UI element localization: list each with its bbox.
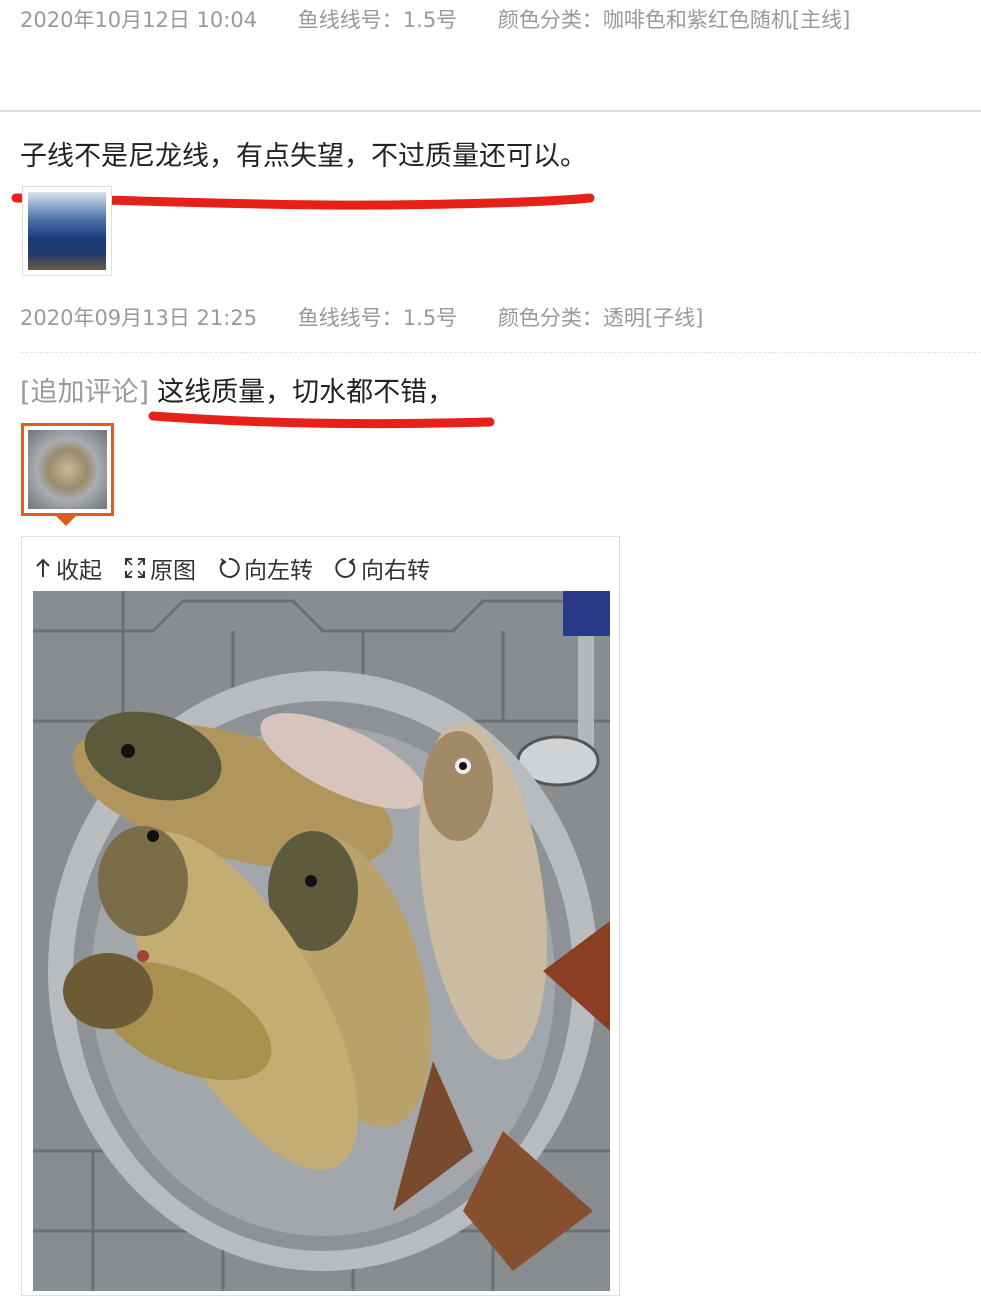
review2-text: 子线不是尼龙线，有点失望，不过质量还可以。 [20,141,587,172]
rotate-right-icon [335,557,356,578]
review2-date: 2020年09月13日 21:25 [20,306,258,330]
append-comment: [追加评论] 这线质量，切水都不错， [20,370,454,409]
review2-thumbnail[interactable] [22,186,112,276]
append-divider [20,352,981,353]
original-label: 原图 [150,558,196,584]
red-underline-annotation-2 [148,411,495,429]
review1-spec-color: 颜色分类：咖啡色和紫红色随机[主线] [497,8,851,32]
enlarged-photo-fish-in-basin [33,591,610,1291]
rotate-right-label: 向右转 [361,558,430,584]
append-thumbnail-selected[interactable] [21,423,114,516]
image-viewer: 收起 原图 向左转 向右转 [21,536,620,1296]
review2-spec-line: 鱼线线号：1.5号 [297,306,458,330]
selected-pointer [56,516,76,526]
review1-spec-line: 鱼线线号：1.5号 [297,8,458,32]
thumbnail-image [28,192,106,270]
viewer-toolbar: 收起 原图 向左转 向右转 [34,551,452,585]
review2-spec-color: 颜色分类：透明[子线] [497,306,704,330]
review1-date: 2020年10月12日 10:04 [20,8,258,32]
expand-icon [125,558,145,578]
rotate-left-icon [219,557,240,578]
original-button[interactable]: 原图 [124,551,196,585]
rotate-left-button[interactable]: 向左转 [218,551,313,585]
review-divider [0,110,981,112]
rotate-left-label: 向左转 [244,558,313,584]
review1-meta: 2020年10月12日 10:04 鱼线线号：1.5号 颜色分类：咖啡色和紫红色… [20,4,850,34]
collapse-button[interactable]: 收起 [34,551,102,585]
thumbnail-image [28,430,107,509]
photo-illustration [33,591,610,1291]
collapse-label: 收起 [56,558,102,584]
collapse-arrow-icon [36,558,50,577]
review2-meta: 2020年09月13日 21:25 鱼线线号：1.5号 颜色分类：透明[子线] [20,302,703,332]
append-text: 这线质量，切水都不错， [157,377,455,408]
rotate-right-button[interactable]: 向右转 [335,551,430,585]
append-tag: [追加评论] [20,377,150,408]
